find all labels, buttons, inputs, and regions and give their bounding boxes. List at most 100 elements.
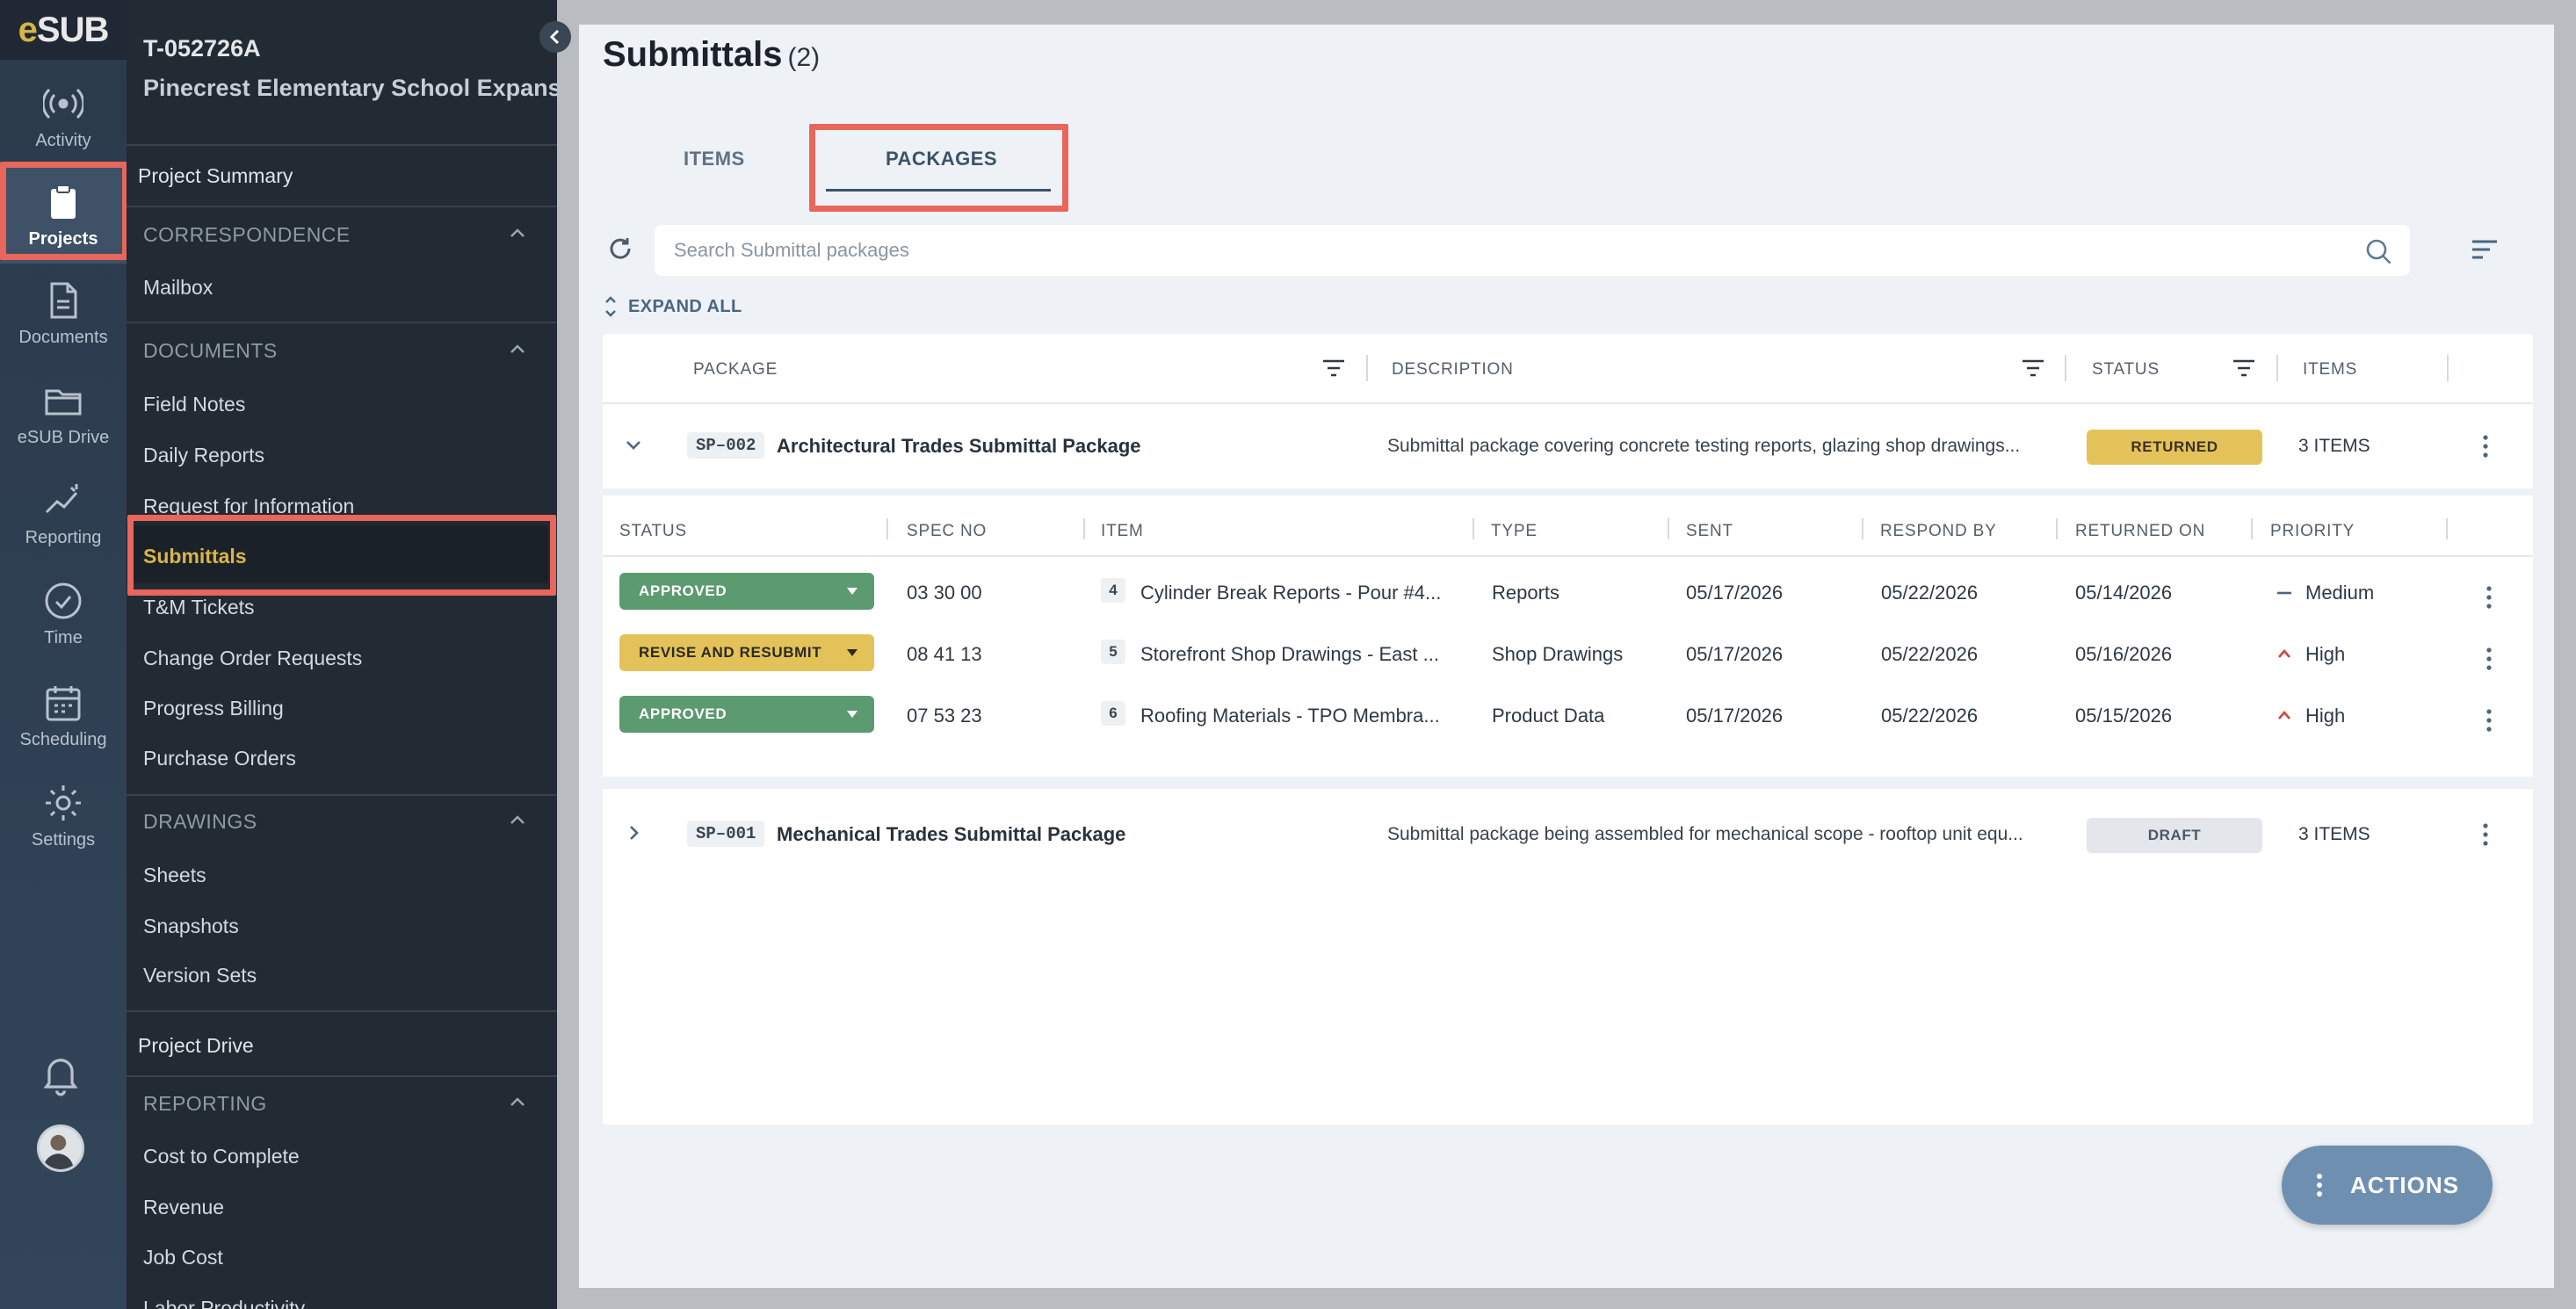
calendar-icon — [46, 685, 81, 720]
col-description[interactable]: DESCRIPTION — [1392, 360, 1514, 380]
rail-item-esub-drive[interactable]: eSUB Drive — [0, 365, 127, 462]
rail-item-documents[interactable]: Documents — [0, 265, 127, 362]
more-options-icon[interactable] — [2477, 432, 2494, 460]
package-code: SP–001 — [687, 821, 765, 847]
sub-col-status: STATUS — [619, 522, 687, 540]
nav-mailbox[interactable]: Mailbox — [143, 276, 213, 300]
filter-icon[interactable] — [2021, 358, 2045, 378]
nav-field-notes[interactable]: Field Notes — [143, 393, 245, 416]
package-row[interactable]: SP–002 Architectural Trades Submittal Pa… — [603, 404, 2533, 488]
package-items-table: STATUS SPEC NO ITEM TYPE SENT RESPOND BY… — [603, 495, 2533, 764]
returned-on-date: 05/14/2026 — [2075, 582, 2173, 604]
section-correspondence[interactable]: CORRESPONDENCE — [143, 223, 351, 247]
app-rail: eSUB Activity Projects Documents eSUB Dr… — [0, 0, 127, 1309]
nav-purchase-orders[interactable]: Purchase Orders — [143, 747, 296, 770]
package-code: SP–002 — [687, 432, 765, 459]
chevron-right-icon[interactable] — [623, 822, 644, 843]
expand-icon — [605, 296, 616, 317]
filter-icon[interactable] — [1321, 358, 1346, 378]
package-name[interactable]: Mechanical Trades Submittal Package — [777, 823, 1125, 846]
sent-date: 05/17/2026 — [1686, 705, 1784, 727]
priority-medium-icon — [2277, 591, 2291, 595]
rail-item-reporting[interactable]: Reporting — [0, 466, 127, 562]
chevron-up-icon[interactable] — [508, 811, 527, 830]
section-drawings[interactable]: DRAWINGS — [143, 810, 257, 834]
sort-icon[interactable] — [2471, 237, 2499, 262]
nav-project-summary[interactable]: Project Summary — [138, 164, 293, 188]
nav-job-cost[interactable]: Job Cost — [143, 1246, 223, 1269]
chevron-up-icon[interactable] — [508, 1093, 527, 1112]
nav-daily-reports[interactable]: Daily Reports — [143, 444, 264, 467]
nav-project-drive[interactable]: Project Drive — [138, 1034, 254, 1058]
col-package[interactable]: PACKAGE — [693, 360, 778, 380]
status-dropdown[interactable]: APPROVED — [619, 573, 874, 610]
clock-icon — [45, 582, 82, 618]
more-options-icon[interactable] — [2477, 821, 2494, 849]
gear-icon — [46, 785, 81, 821]
rail-item-settings[interactable]: Settings — [0, 768, 127, 864]
nav-rfi[interactable]: Request for Information — [143, 495, 354, 518]
item-number: 6 — [1101, 701, 1125, 726]
filter-icon[interactable] — [2232, 358, 2256, 378]
section-reporting[interactable]: REPORTING — [143, 1092, 267, 1116]
search-icon[interactable] — [2364, 237, 2392, 265]
status-dropdown[interactable]: APPROVED — [619, 696, 874, 733]
esub-logo[interactable]: eSUB — [0, 0, 127, 60]
rail-item-time[interactable]: Time — [0, 566, 127, 662]
tab-items[interactable]: ITEMS — [684, 148, 745, 170]
tab-packages[interactable]: PACKAGES — [886, 148, 997, 170]
chevron-up-icon[interactable] — [508, 224, 527, 243]
item-name[interactable]: Storefront Shop Drawings - East ... — [1140, 643, 1439, 666]
more-options-icon[interactable] — [2480, 706, 2498, 734]
sub-col-returned-on: RETURNED ON — [2075, 522, 2206, 540]
expand-all-button[interactable]: EXPAND ALL — [604, 295, 742, 318]
nav-sheets[interactable]: Sheets — [143, 864, 206, 887]
notifications-button[interactable] — [39, 1052, 88, 1096]
more-options-icon[interactable] — [2480, 645, 2498, 673]
clipboard-icon — [51, 184, 76, 219]
nav-change-order-requests[interactable]: Change Order Requests — [143, 647, 362, 670]
item-type: Shop Drawings — [1492, 643, 1624, 665]
search-input[interactable] — [674, 237, 2326, 264]
items-count: 3 ITEMS — [2298, 436, 2370, 456]
priority: Medium — [2305, 582, 2375, 604]
nav-tm-tickets[interactable]: T&M Tickets — [143, 596, 255, 619]
priority: High — [2305, 643, 2346, 665]
chevron-down-icon[interactable] — [623, 434, 644, 455]
sub-col-spec-no: SPEC NO — [907, 522, 988, 540]
main-content: Submittals(2) ITEMS PACKAGES EXPAND ALL … — [579, 25, 2554, 1288]
nav-progress-billing[interactable]: Progress Billing — [143, 697, 284, 720]
returned-on-date: 05/15/2026 — [2075, 705, 2173, 727]
rail-item-scheduling[interactable]: Scheduling — [0, 668, 127, 764]
actions-button[interactable]: ACTIONS — [2282, 1146, 2493, 1225]
package-row[interactable]: SP–001 Mechanical Trades Submittal Packa… — [603, 791, 2533, 875]
item-name[interactable]: Roofing Materials - TPO Membra... — [1140, 705, 1440, 727]
refresh-icon[interactable] — [607, 235, 633, 262]
table-row[interactable]: REVISE AND RESUBMIT 08 41 13 5 Storefron… — [603, 629, 2533, 691]
item-name[interactable]: Cylinder Break Reports - Pour #4... — [1140, 582, 1441, 604]
col-items[interactable]: ITEMS — [2303, 360, 2357, 380]
nav-submittals[interactable]: Submittals — [143, 545, 247, 568]
nav-cost-to-complete[interactable]: Cost to Complete — [143, 1145, 300, 1168]
nav-version-sets[interactable]: Version Sets — [143, 964, 257, 987]
avatar[interactable] — [37, 1125, 84, 1172]
bell-icon — [43, 1059, 78, 1096]
table-row[interactable]: APPROVED 03 30 00 4 Cylinder Break Repor… — [603, 568, 2533, 629]
respond-by-date: 05/22/2026 — [1881, 582, 1979, 604]
section-documents[interactable]: DOCUMENTS — [143, 339, 278, 363]
priority-high-icon — [2278, 649, 2290, 658]
status-dropdown[interactable]: REVISE AND RESUBMIT — [619, 634, 874, 671]
project-name: Pinecrest Elementary School Expansion — [143, 75, 557, 101]
rail-item-projects[interactable]: Projects — [0, 167, 127, 264]
rail-item-activity[interactable]: Activity — [0, 69, 127, 165]
nav-revenue[interactable]: Revenue — [143, 1196, 224, 1219]
nav-labor-productivity[interactable]: Labor Productivity — [143, 1297, 305, 1309]
col-status[interactable]: STATUS — [2092, 360, 2160, 380]
collapse-panel-button[interactable] — [539, 21, 571, 53]
table-row[interactable]: APPROVED 07 53 23 6 Roofing Materials - … — [603, 691, 2533, 752]
more-options-icon[interactable] — [2480, 583, 2498, 611]
nav-snapshots[interactable]: Snapshots — [143, 915, 239, 938]
package-name[interactable]: Architectural Trades Submittal Package — [777, 435, 1141, 458]
folder-icon — [45, 389, 82, 415]
chevron-up-icon[interactable] — [508, 340, 527, 359]
